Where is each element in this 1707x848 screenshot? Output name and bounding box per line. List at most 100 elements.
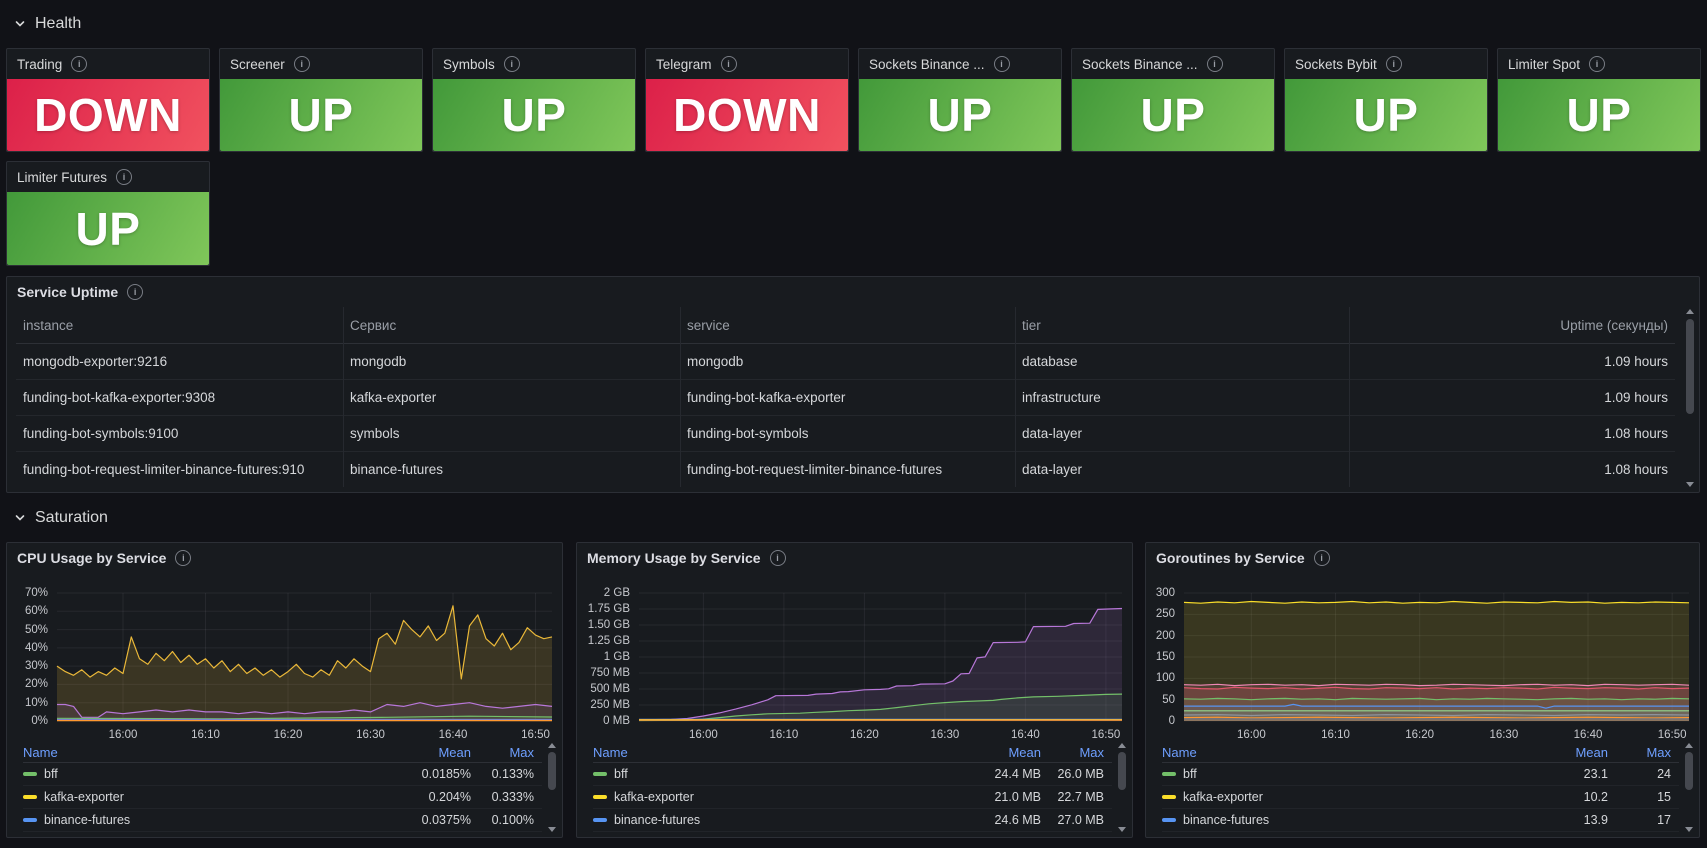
info-icon[interactable]: i [71,56,88,72]
scroll-down-icon[interactable] [1117,827,1126,832]
legend-scrollbar[interactable] [1684,743,1693,832]
section-header-health[interactable]: Health [14,12,81,36]
info-icon[interactable]: i [293,56,310,72]
stat-panel-title: Sockets Binance ... [1082,56,1198,72]
section-header-saturation[interactable]: Saturation [14,506,108,530]
legend-series-swatch-icon [1162,818,1176,822]
scrollbar-thumb[interactable] [1117,752,1126,790]
y-axis-tick-label: 200 [1155,629,1175,642]
legend-header-mean[interactable]: Mean [941,745,1041,760]
table-scrollbar[interactable] [1685,309,1694,487]
legend-max-value: 0.100% [491,813,534,827]
scroll-up-icon[interactable] [1117,743,1126,748]
stat-panel-title: Telegram [656,56,712,72]
x-axis-tick-label: 16:00 [1236,729,1266,741]
legend-series-name[interactable]: kafka-exporter [593,790,941,804]
legend-mean-value: 0.204% [428,790,471,804]
legend-row: kafka-exporter 10.2 15 [1162,786,1679,809]
legend-series-label: kafka-exporter [44,790,124,804]
legend-header-name[interactable]: Name [23,745,371,760]
info-icon[interactable]: i [1589,56,1606,72]
chart-plot-area[interactable] [56,592,553,722]
table-column-header[interactable]: Сервис [343,307,680,343]
info-icon[interactable]: i [1385,56,1402,72]
info-icon[interactable]: i [503,56,520,72]
info-icon[interactable]: i [127,284,144,300]
legend-scrollbar[interactable] [547,743,556,832]
stat-value: UP [1498,79,1700,151]
table-column-header[interactable]: service [680,307,1015,343]
y-axis-tick-label: 60% [24,605,48,618]
scroll-up-icon[interactable] [1685,309,1694,314]
scrollbar-thumb[interactable] [547,752,556,790]
section-title: Health [35,15,82,32]
x-axis-tick-label: 16:20 [1405,729,1435,741]
scroll-down-icon[interactable] [547,827,556,832]
legend-series-swatch-icon [593,795,607,799]
legend-series-name[interactable]: bff [23,767,371,781]
table-cell: mongodb [687,353,744,369]
legend-row: bff 0.0185% 0.133% [23,763,542,786]
info-icon[interactable]: i [720,56,737,72]
table-cell: 1.08 hours [1604,461,1668,477]
scrollbar-thumb[interactable] [1684,752,1693,790]
table-column-header[interactable]: Uptime (секунды) [1349,307,1675,343]
legend-header-max[interactable]: Max [1041,745,1104,760]
stat-value: UP [859,79,1061,151]
legend-header-name[interactable]: Name [1162,745,1508,760]
legend-max-value: 0.133% [491,767,534,781]
panel-title-bar: Memory Usage by Service i [587,550,786,566]
chevron-down-icon [14,512,26,524]
chart-plot-area[interactable] [1183,592,1690,722]
legend-scrollbar[interactable] [1117,743,1126,832]
chart-plot-area[interactable] [638,592,1123,722]
legend-series-name[interactable]: kafka-exporter [1162,790,1508,804]
legend-header-max[interactable]: Max [471,745,534,760]
info-icon[interactable]: i [769,550,786,566]
chevron-down-icon [14,18,26,30]
legend-header-name[interactable]: Name [593,745,941,760]
table-cell: 1.09 hours [1604,353,1668,369]
legend-series-swatch-icon [23,818,37,822]
y-axis-tick-label: 1.25 GB [587,635,630,647]
legend-header-mean[interactable]: Mean [371,745,471,760]
table-column-divider [1349,307,1350,487]
panel-title-bar: Sockets Binance ... i [1082,56,1223,72]
table-column-divider [343,307,344,487]
x-axis-tick-label: 16:30 [356,729,385,741]
info-icon[interactable]: i [175,550,192,566]
legend-row: kafka-exporter 21.0 MB 22.7 MB [593,786,1112,809]
legend-series-name[interactable]: bff [593,767,941,781]
legend-series-name[interactable]: bff [1162,767,1508,781]
info-icon[interactable]: i [1206,56,1223,72]
table-column-header[interactable]: tier [1015,307,1349,343]
chart-panel-cpu-usage-by-service: CPU Usage by Service i 70% 60% 50% 40% 30% 20% 1… [6,542,563,838]
table-column-divider [1015,307,1016,487]
legend-mean-value: 0.0375% [421,813,471,827]
legend-series-name[interactable]: binance-futures [23,813,371,827]
legend-header-mean[interactable]: Mean [1508,745,1608,760]
legend-series-swatch-icon [1162,772,1176,776]
legend-header-max[interactable]: Max [1608,745,1671,760]
legend-series-name[interactable]: binance-futures [1162,813,1508,827]
panel-title-bar: Sockets Bybit i [1295,56,1402,72]
info-icon[interactable]: i [1313,550,1330,566]
legend-mean-value: 10.2 [1583,790,1608,804]
legend-series-name[interactable]: kafka-exporter [23,790,371,804]
legend-series-label: binance-futures [44,813,131,827]
scroll-down-icon[interactable] [1685,482,1694,487]
chart-panel-memory-usage-by-service: Memory Usage by Service i 2 GB 1.75 GB 1.50 … [576,542,1133,838]
table-column-header[interactable]: instance [16,307,343,343]
y-axis-tick-label: 0 MB [603,715,630,727]
table-cell: 1.08 hours [1604,425,1668,441]
scroll-down-icon[interactable] [1684,827,1693,832]
x-axis-tick-label: 16:00 [689,729,718,741]
info-icon[interactable]: i [116,169,133,185]
y-axis-tick-label: 750 MB [590,667,630,679]
scroll-up-icon[interactable] [1684,743,1693,748]
y-axis-tick-label: 100 [1155,672,1175,685]
info-icon[interactable]: i [993,56,1010,72]
legend-series-name[interactable]: binance-futures [593,813,941,827]
scroll-up-icon[interactable] [547,743,556,748]
panel-title-bar: Sockets Binance ... i [869,56,1010,72]
